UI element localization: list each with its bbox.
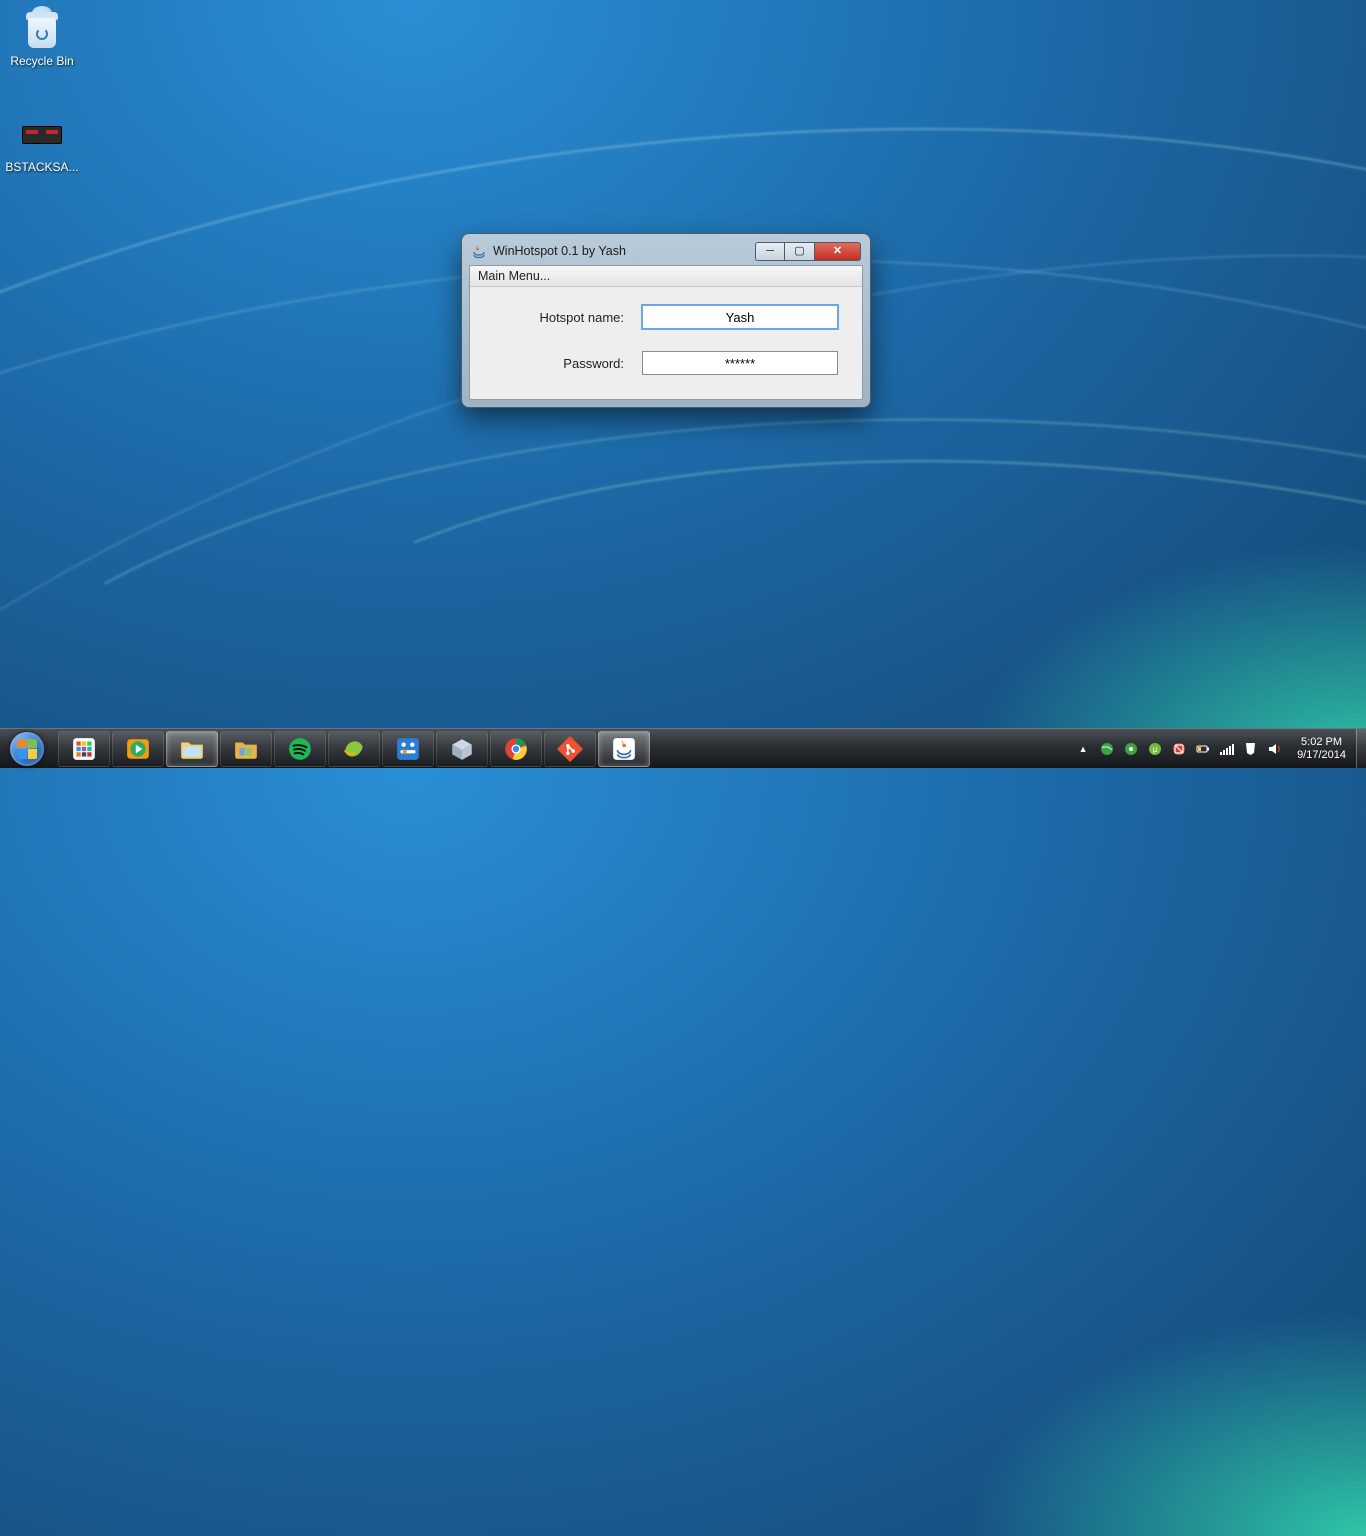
java-icon xyxy=(611,736,637,762)
svg-text:µ: µ xyxy=(1153,745,1158,754)
taskbar-git[interactable] xyxy=(544,731,596,767)
titlebar[interactable]: WinHotspot 0.1 by Yash ─ ▢ ✕ xyxy=(469,241,863,265)
spotify-icon xyxy=(287,736,313,762)
start-button[interactable] xyxy=(0,729,54,768)
tray-globe-icon[interactable] xyxy=(1099,741,1115,757)
password-input[interactable] xyxy=(642,351,838,375)
bluestacks-icon xyxy=(341,736,367,762)
tray-action-center-icon[interactable] xyxy=(1243,741,1259,757)
window-title: WinHotspot 0.1 by Yash xyxy=(493,244,626,258)
clock-date: 9/17/2014 xyxy=(1297,749,1346,762)
taskbar-file-explorer[interactable] xyxy=(166,731,218,767)
taskbar-media-player[interactable] xyxy=(112,731,164,767)
desktop-icon-label: BSTACKSA... xyxy=(4,160,80,174)
maximize-button[interactable]: ▢ xyxy=(785,242,815,261)
menubar: Main Menu... xyxy=(470,266,862,287)
show-desktop-button[interactable] xyxy=(1356,729,1366,768)
taskbar-chrome[interactable] xyxy=(490,731,542,767)
clock[interactable]: 5:02 PM 9/17/2014 xyxy=(1291,736,1352,761)
taskbar-virtualbox[interactable] xyxy=(436,731,488,767)
windows-logo-icon xyxy=(10,732,44,766)
taskbar-folder[interactable] xyxy=(220,731,272,767)
recycle-bin-icon xyxy=(18,4,66,52)
system-tray: ▲ µ 5:02 PM 9/17/2014 xyxy=(1065,729,1356,768)
tray-battery-icon[interactable] xyxy=(1195,741,1211,757)
file-explorer-icon xyxy=(179,736,205,762)
folder-icon xyxy=(233,736,259,762)
taskbar-spotify[interactable] xyxy=(274,731,326,767)
taskbar-app-control[interactable] xyxy=(382,731,434,767)
taskbar-java-app[interactable] xyxy=(598,731,650,767)
tray-block-icon[interactable] xyxy=(1171,741,1187,757)
bstacks-icon xyxy=(18,110,66,158)
tray-signal-icon[interactable] xyxy=(1219,741,1235,757)
media-player-icon xyxy=(125,736,151,762)
close-button[interactable]: ✕ xyxy=(815,242,861,261)
git-icon xyxy=(557,736,583,762)
main-menu-item[interactable]: Main Menu... xyxy=(478,269,550,283)
desktop-icon-label: Recycle Bin xyxy=(4,54,80,68)
tray-overflow-chevron-icon[interactable]: ▲ xyxy=(1075,741,1091,757)
tray-sound-icon[interactable] xyxy=(1123,741,1139,757)
control-panel-icon xyxy=(395,736,421,762)
hotspot-name-label: Hotspot name: xyxy=(494,310,624,325)
java-icon xyxy=(471,243,487,259)
clock-time: 5:02 PM xyxy=(1297,736,1346,749)
minimize-button[interactable]: ─ xyxy=(755,242,785,261)
desktop-icon-bstacks[interactable]: BSTACKSA... xyxy=(4,110,80,174)
app-window: WinHotspot 0.1 by Yash ─ ▢ ✕ Main Menu..… xyxy=(462,234,870,407)
cube-icon xyxy=(449,736,475,762)
tray-torrent-icon[interactable]: µ xyxy=(1147,741,1163,757)
chrome-icon xyxy=(503,736,529,762)
taskbar-bluestacks[interactable] xyxy=(328,731,380,767)
grid-apps-icon xyxy=(71,736,97,762)
password-label: Password: xyxy=(494,356,624,371)
hotspot-name-input[interactable] xyxy=(642,305,838,329)
taskbar-pinned-apps[interactable] xyxy=(58,731,110,767)
desktop-icon-recycle-bin[interactable]: Recycle Bin xyxy=(4,4,80,68)
tray-volume-icon[interactable] xyxy=(1267,741,1283,757)
taskbar: ▲ µ 5:02 PM 9/17/2014 xyxy=(0,728,1366,768)
